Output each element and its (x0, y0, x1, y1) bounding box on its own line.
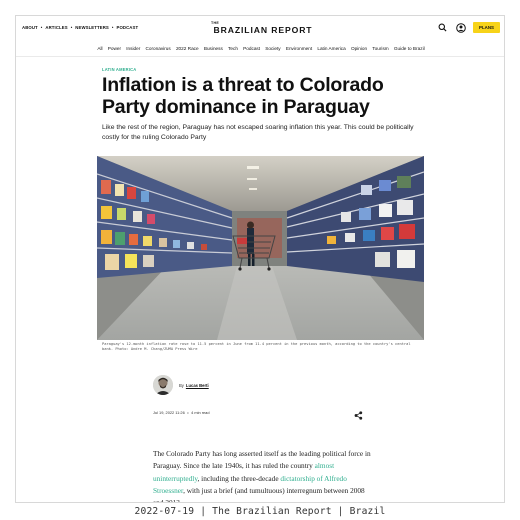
share-icon[interactable] (354, 407, 363, 420)
nav-podcast[interactable]: PODCAST (116, 25, 138, 30)
category-opinion[interactable]: Opinion (351, 46, 367, 51)
user-icon[interactable] (455, 22, 466, 33)
category-environment[interactable]: Environment (286, 46, 312, 51)
category-insider[interactable]: Insider (126, 46, 140, 51)
body-text-3: , with just a brief (and tumultuous) int… (153, 485, 365, 503)
nav-about[interactable]: ABOUT (22, 25, 38, 30)
category-coronavirus[interactable]: Coronavirus (145, 46, 170, 51)
logo-name: BRAZILIAN REPORT (213, 25, 313, 35)
byline-by: By (179, 383, 184, 388)
category-tourism[interactable]: Tourism (372, 46, 388, 51)
category-all[interactable]: All (97, 46, 102, 51)
top-bar: ABOUT • ARTICLES • NEWSLETTERS • PODCAST… (16, 16, 504, 40)
nav-newsletters[interactable]: NEWSLETTERS (75, 25, 109, 30)
site-logo[interactable]: THE BRAZILIAN REPORT (208, 21, 318, 35)
category-tech[interactable]: Tech (228, 46, 238, 51)
category-latin-america[interactable]: Latin America (317, 46, 345, 51)
article-body: The Colorado Party has long asserted its… (153, 448, 375, 503)
publish-date: Jul 19, 2022 11:26 (153, 410, 185, 415)
body-text-2: , including the three-decade (197, 473, 281, 483)
author-link[interactable]: Lucas Berti (186, 383, 209, 388)
meta-separator: • (187, 410, 189, 415)
browser-page: ABOUT • ARTICLES • NEWSLETTERS • PODCAST… (15, 15, 505, 503)
read-time: 4 min read (191, 410, 210, 415)
category-guide-to-brazil[interactable]: Guide to Brazil (394, 46, 425, 51)
photo-caption: Paraguay's 12-month inflation rate rose … (102, 342, 411, 351)
byline: By Lucas Berti (179, 383, 209, 388)
body-text-1: The Colorado Party has long asserted its… (153, 449, 371, 471)
top-nav: ABOUT • ARTICLES • NEWSLETTERS • PODCAST (22, 25, 139, 30)
article-kicker[interactable]: LATIN AMERICA (102, 67, 136, 72)
nav-articles[interactable]: ARTICLES (45, 25, 67, 30)
header-tools: PLANS (437, 22, 500, 33)
article-meta: Jul 19, 2022 11:26 • 4 min read (153, 410, 210, 415)
category-2022-race[interactable]: 2022 Race (176, 46, 199, 51)
plans-button[interactable]: PLANS (473, 22, 500, 33)
author-avatar[interactable] (153, 375, 173, 395)
article-deck: Like the rest of the region, Paraguay ha… (102, 124, 414, 141)
category-podcast[interactable]: Podcast (243, 46, 260, 51)
category-business[interactable]: Business (204, 46, 223, 51)
category-power[interactable]: Power (108, 46, 121, 51)
screenshot-caption: 2022-07-19 | The Brazilian Report | Braz… (134, 506, 386, 517)
category-nav: All Power Insider Coronavirus 2022 Race … (16, 43, 504, 54)
search-icon[interactable] (437, 22, 448, 33)
article-headline: Inflation is a threat to Colorado Party … (102, 74, 384, 118)
article-photo-supermarket (97, 156, 424, 340)
nav-divider (16, 56, 504, 57)
category-society[interactable]: Society (265, 46, 280, 51)
